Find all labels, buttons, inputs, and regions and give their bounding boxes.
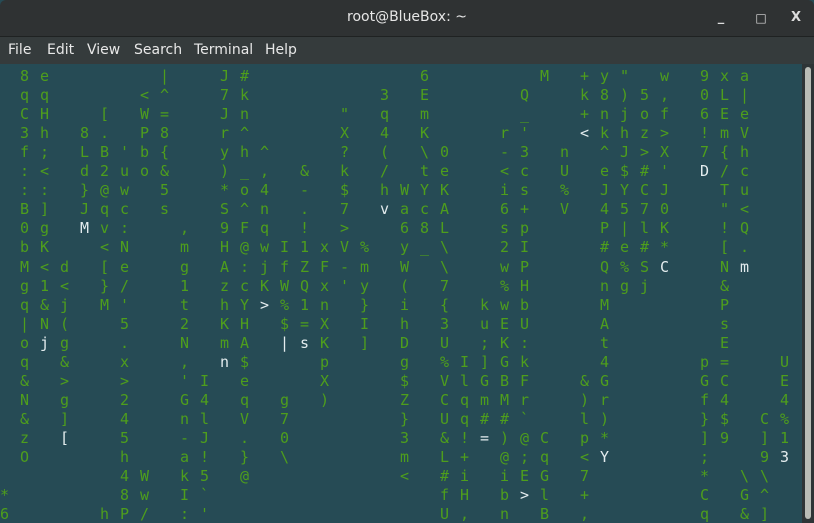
minimize-button[interactable]: _ bbox=[711, 8, 731, 28]
terminal-line-heads: C m bbox=[0, 257, 761, 276]
terminal-line-heads: < bbox=[0, 124, 601, 143]
terminal-line-heads: [ = bbox=[0, 428, 501, 447]
terminal-line: 0g v: , 9Fq ! > 68L sp P|lK !Q bbox=[0, 219, 761, 238]
terminal-line-heads: M bbox=[0, 219, 101, 238]
terminal-line: 4W k5 @ < #i iEG 7 * \\ bbox=[0, 467, 781, 486]
terminal-line-heads: n bbox=[0, 352, 241, 371]
terminal-line: g1< }/ 1 zcKWQx'y ( 7 %H ngj & bbox=[0, 276, 741, 295]
terminal-line-heads: D bbox=[0, 162, 721, 181]
terminal-line-heads: > bbox=[0, 486, 541, 505]
terminal-line: N g 2 G4 q g ) Z CqmMr )r f4 4 bbox=[0, 390, 801, 409]
terminal-line-heads: Y 3 bbox=[0, 448, 801, 466]
menu-terminal[interactable]: Terminal bbox=[194, 42, 253, 58]
terminal-line: qq <^ 7k 3 E Q k8)5, 0L| bbox=[0, 86, 761, 105]
terminal-line: :: }@w 5 *o4 - $ hWYK is % JYCJ Tu bbox=[0, 181, 761, 200]
maximize-icon: □ bbox=[755, 11, 767, 25]
terminal-line-heads: j |s bbox=[0, 333, 321, 352]
maximize-button[interactable]: □ bbox=[751, 8, 771, 28]
window-title: root@BlueBox: ~ bbox=[347, 9, 467, 25]
terminal-line: 8e | J# 6 M +y" w 9xa bbox=[0, 67, 761, 85]
close-icon: X bbox=[790, 10, 802, 25]
terminal-line-heads: v bbox=[0, 200, 401, 219]
close-button[interactable]: X bbox=[786, 8, 806, 28]
terminal-line: f; LB'b{ yh^ ? ( \0 -3 n ^J>X 7{h bbox=[0, 143, 761, 162]
terminal-line: |N( 5 2 KH $=X I h 3 uEU A s bbox=[0, 314, 741, 333]
terminal-line: & > > 'I e X $ VlGBF &G GC E bbox=[0, 371, 801, 390]
menu-edit[interactable]: Edit bbox=[47, 42, 74, 58]
menu-view[interactable]: View bbox=[87, 42, 120, 58]
terminal-line: & ] 4 nl V 7 } Uq##` l) }$ C% bbox=[0, 409, 801, 428]
menu-bar: File Edit View Search Terminal Help bbox=[0, 36, 814, 65]
minimize-icon: _ bbox=[717, 10, 725, 25]
terminal-line: 6 hP/ :' U, n B , q &] bbox=[0, 505, 781, 523]
terminal-line: bK <N m H@wI1xV% y_\ 2I #e#* [. bbox=[0, 238, 761, 257]
menu-help[interactable]: Help bbox=[265, 42, 297, 58]
title-bar: root@BlueBox: ~ _ □ X bbox=[0, 0, 814, 36]
terminal-screen[interactable]: 8e | J# 6 M +y" w 9xa qq <^ 7k 3 E Q k8)… bbox=[0, 64, 802, 523]
terminal-line-heads: > bbox=[0, 295, 281, 314]
menu-search[interactable]: Search bbox=[134, 42, 182, 58]
terminal-line: CH [ W= Jn " q m _ +njof 6Ee bbox=[0, 105, 761, 124]
menu-file[interactable]: File bbox=[8, 42, 31, 58]
scrollbar-thumb[interactable] bbox=[805, 67, 811, 519]
